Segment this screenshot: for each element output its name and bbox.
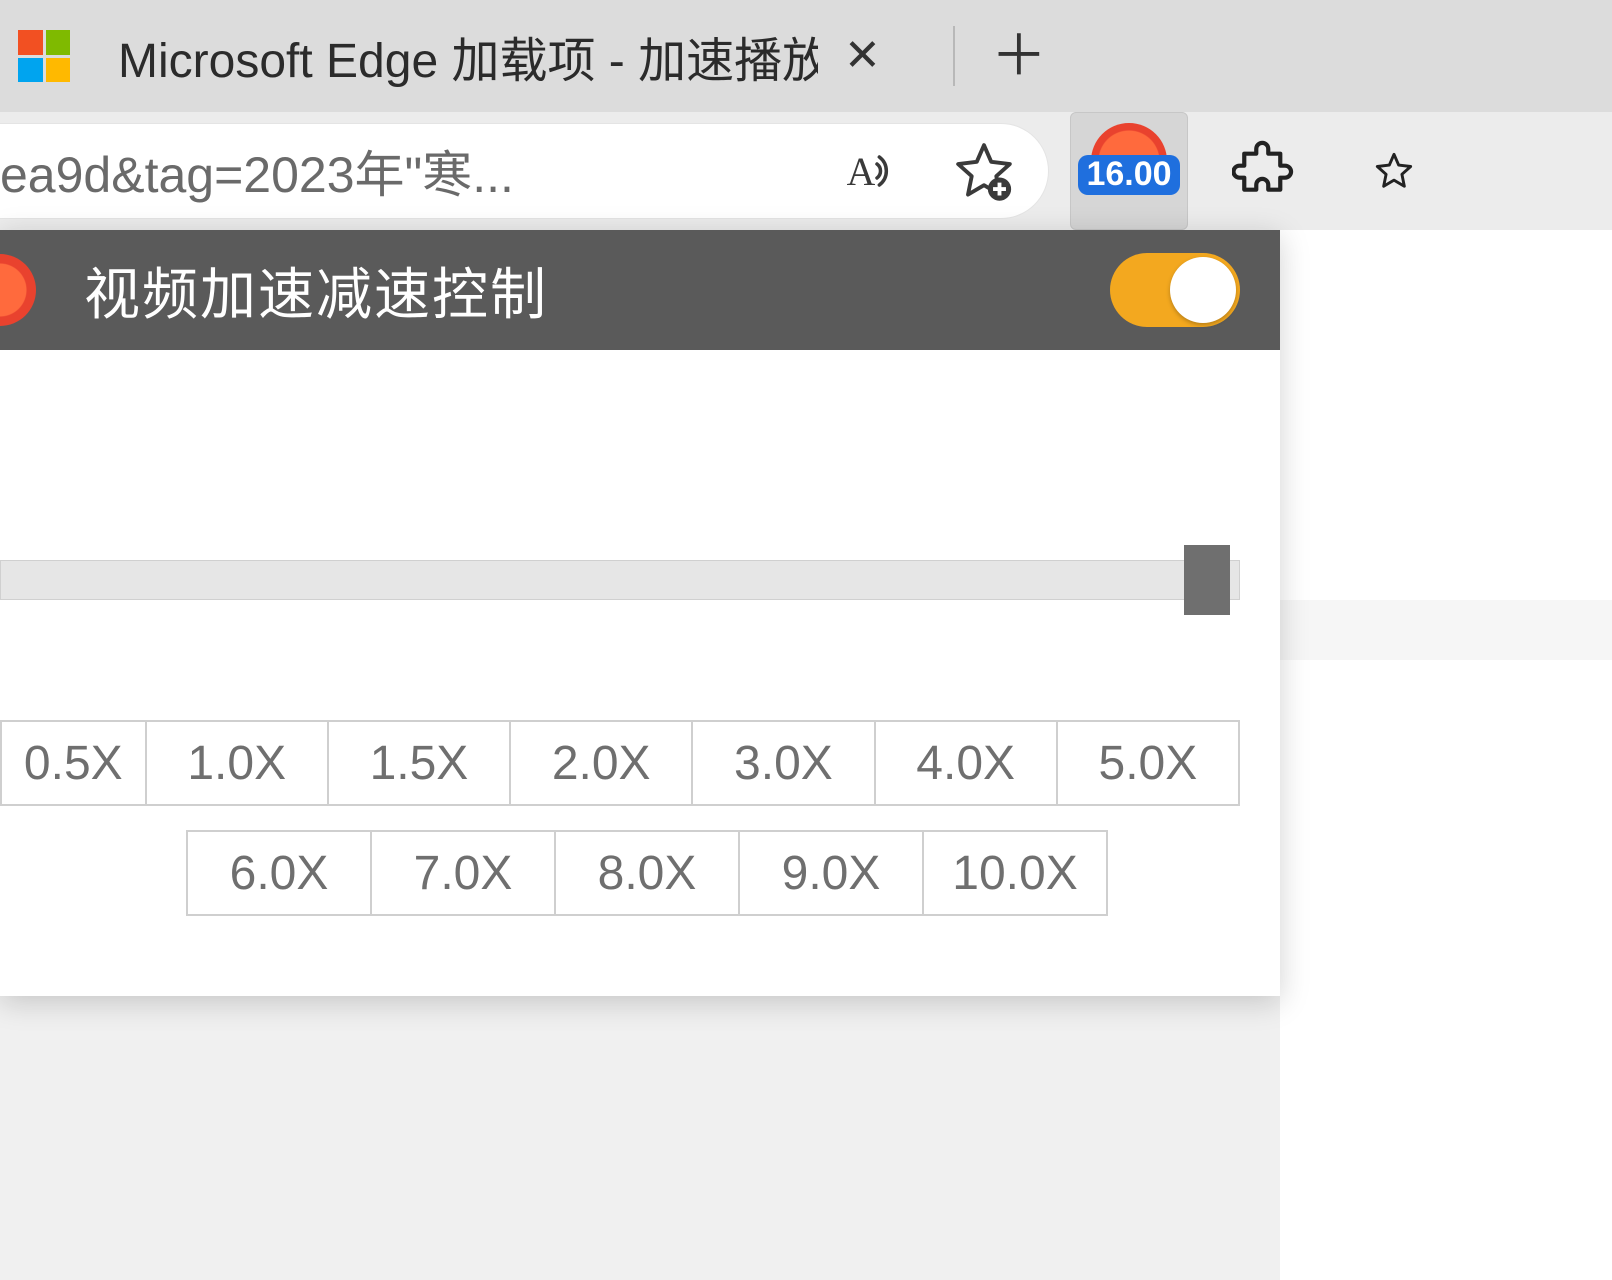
popup-extension-icon (0, 254, 36, 326)
speed-preset-button[interactable]: 1.0X (145, 720, 329, 806)
extensions-button[interactable] (1228, 135, 1300, 207)
speed-preset-button[interactable]: 4.0X (874, 720, 1058, 806)
tab-bar: Microsoft Edge 加载项 - 加速播放 ✕ ＋ (0, 0, 1612, 112)
speed-preset-button[interactable]: 2.0X (509, 720, 693, 806)
close-tab-button[interactable]: ✕ (830, 28, 895, 84)
page-content (1280, 230, 1612, 1280)
address-text: ea9d&tag=2023年"寒... (0, 135, 806, 207)
add-favorite-button[interactable] (948, 135, 1020, 207)
speed-preset-button[interactable]: 0.5X (0, 720, 147, 806)
slider-thumb[interactable] (1184, 545, 1230, 615)
enable-toggle[interactable] (1110, 253, 1240, 327)
extension-popup: 视频加速减速控制 0.5X1.0X1.5X2.0X3.0X4.0X5.0X 6.… (0, 230, 1280, 996)
popup-header: 视频加速减速控制 (0, 230, 1280, 350)
speed-preset-button[interactable]: 7.0X (370, 830, 556, 916)
slider-track (0, 560, 1240, 600)
microsoft-logo-icon (18, 30, 70, 82)
toolbar: ea9d&tag=2023年"寒... A 16.00 (0, 112, 1612, 230)
speed-preset-button[interactable]: 9.0X (738, 830, 924, 916)
svg-text:A: A (847, 150, 876, 194)
speed-extension-button[interactable]: 16.00 (1070, 112, 1188, 230)
favorites-button[interactable] (1374, 135, 1414, 207)
tab-title: Microsoft Edge 加载项 - 加速播放 (118, 21, 818, 91)
speed-slider[interactable] (0, 550, 1240, 610)
speed-preset-row-2: 6.0X7.0X8.0X9.0X10.0X (0, 830, 1240, 916)
new-tab-button[interactable]: ＋ (973, 20, 1065, 92)
toggle-knob (1170, 257, 1236, 323)
read-aloud-button[interactable]: A (834, 135, 906, 207)
browser-tab[interactable]: Microsoft Edge 加载项 - 加速播放 ✕ (70, 0, 935, 112)
address-bar[interactable]: ea9d&tag=2023年"寒... A (0, 124, 1048, 218)
speed-preset-button[interactable]: 3.0X (691, 720, 875, 806)
speed-preset-button[interactable]: 8.0X (554, 830, 740, 916)
extension-badge: 16.00 (1078, 155, 1179, 195)
popup-title: 视频加速减速控制 (84, 250, 1110, 331)
speed-preset-button[interactable]: 6.0X (186, 830, 372, 916)
tab-divider (953, 26, 955, 86)
speed-preset-row-1: 0.5X1.0X1.5X2.0X3.0X4.0X5.0X (0, 720, 1240, 806)
speed-preset-button[interactable]: 10.0X (922, 830, 1108, 916)
speed-preset-button[interactable]: 5.0X (1056, 720, 1240, 806)
speed-preset-button[interactable]: 1.5X (327, 720, 511, 806)
